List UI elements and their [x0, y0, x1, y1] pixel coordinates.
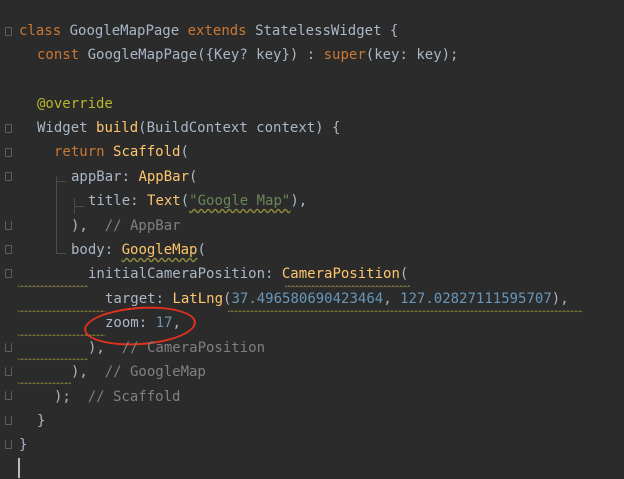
- code-line: ), // CameraPosition: [88, 336, 265, 360]
- warning-squiggle: [18, 310, 105, 313]
- fold-marker-icon[interactable]: [5, 172, 12, 181]
- code-text: }: [19, 437, 28, 453]
- named-param: body:: [71, 242, 114, 258]
- widget-name: Text: [147, 193, 181, 209]
- code-text: (BuildContext context) {: [138, 120, 341, 136]
- code-text: ),: [290, 193, 308, 209]
- class-name: LatLng: [172, 291, 224, 307]
- string-literal: "Google Map": [189, 193, 291, 209]
- fold-end-marker-icon[interactable]: [5, 416, 12, 425]
- editor-gutter: [0, 0, 18, 479]
- keyword: return: [54, 144, 105, 160]
- named-param: initialCameraPosition:: [88, 266, 274, 282]
- code-line: Widget build(BuildContext context) {: [37, 116, 340, 140]
- constructor-name: GoogleMapPage: [87, 47, 198, 63]
- indent-guide: [56, 176, 57, 254]
- fold-marker-icon[interactable]: [5, 124, 12, 133]
- fold-marker-icon[interactable]: [5, 245, 12, 254]
- number-literal: 127.02827111595707: [400, 291, 552, 307]
- code-text: ),: [88, 340, 105, 356]
- indent-guide: [56, 181, 66, 182]
- named-param: target:: [105, 291, 165, 307]
- class-name: GoogleMapPage: [69, 23, 180, 39]
- widget-name: GoogleMap: [121, 242, 198, 258]
- code-line: class GoogleMapPage extends StatelessWid…: [19, 19, 398, 43]
- code-line: }: [37, 409, 45, 433]
- code-line: @override: [37, 92, 113, 116]
- fold-end-marker-icon[interactable]: [5, 367, 12, 376]
- code-text: (: [399, 266, 409, 282]
- indent-guide: [56, 253, 66, 254]
- method-name: build: [96, 120, 139, 136]
- text-caret: [18, 458, 20, 478]
- code-text: ),: [551, 291, 569, 307]
- widget-name: Scaffold: [113, 144, 181, 160]
- code-line: ), // GoogleMap: [71, 360, 206, 384]
- closing-label-comment: // CameraPosition: [121, 340, 266, 356]
- keyword: super: [323, 47, 366, 63]
- code-line: appBar: AppBar(: [71, 165, 197, 189]
- code-line: return Scaffold(: [54, 140, 189, 164]
- type-name: Widget: [37, 120, 88, 136]
- code-text: );: [54, 389, 71, 405]
- keyword: extends: [187, 23, 247, 39]
- number-literal: 37.496580690423464: [231, 291, 384, 307]
- code-line: }: [19, 433, 27, 457]
- code-text: (: [197, 242, 206, 258]
- code-text: (: [189, 169, 198, 185]
- named-param: appBar:: [71, 169, 131, 185]
- code-text: (key: key);: [365, 47, 459, 63]
- code-line: initialCameraPosition: CameraPosition(: [88, 262, 408, 286]
- code-line: ), // AppBar: [71, 214, 181, 238]
- warning-squiggle: [18, 285, 88, 288]
- code-line: target: LatLng(37.496580690423464, 127.0…: [105, 287, 569, 311]
- closing-label-comment: // GoogleMap: [104, 364, 206, 380]
- fold-end-marker-icon[interactable]: [5, 391, 12, 400]
- annotation: @override: [37, 96, 113, 112]
- code-text: ({Key? key}) :: [197, 47, 324, 63]
- code-text: {: [381, 23, 399, 39]
- warning-squiggle: [228, 310, 583, 313]
- named-param: title:: [88, 193, 139, 209]
- code-text: ),: [71, 218, 88, 234]
- keyword: class: [19, 23, 62, 39]
- fold-end-marker-icon[interactable]: [5, 440, 12, 449]
- code-editor[interactable]: class GoogleMapPage extends StatelessWid…: [0, 0, 624, 479]
- class-name: CameraPosition: [281, 266, 400, 282]
- fold-end-marker-icon[interactable]: [5, 343, 12, 352]
- code-line: ); // Scaffold: [54, 385, 180, 409]
- fold-marker-icon[interactable]: [5, 27, 12, 36]
- code-text: (: [180, 144, 189, 160]
- code-line: const GoogleMapPage({Key? key}) : super(…: [37, 43, 458, 67]
- code-text: ),: [71, 364, 88, 380]
- closing-label-comment: // Scaffold: [87, 389, 181, 405]
- keyword: const: [37, 47, 80, 63]
- code-text: }: [37, 413, 46, 429]
- fold-marker-icon[interactable]: [5, 269, 12, 278]
- widget-name: AppBar: [138, 169, 190, 185]
- code-line: body: GoogleMap(: [71, 238, 206, 262]
- fold-end-marker-icon[interactable]: [5, 221, 12, 230]
- fold-marker-icon[interactable]: [5, 148, 12, 157]
- indent-guide: [74, 206, 84, 207]
- code-text: ,: [383, 291, 401, 307]
- code-text: (: [180, 193, 190, 209]
- class-name: StatelessWidget: [255, 23, 382, 39]
- code-line: title: Text("Google Map"),: [88, 189, 307, 213]
- closing-label-comment: // AppBar: [104, 218, 181, 234]
